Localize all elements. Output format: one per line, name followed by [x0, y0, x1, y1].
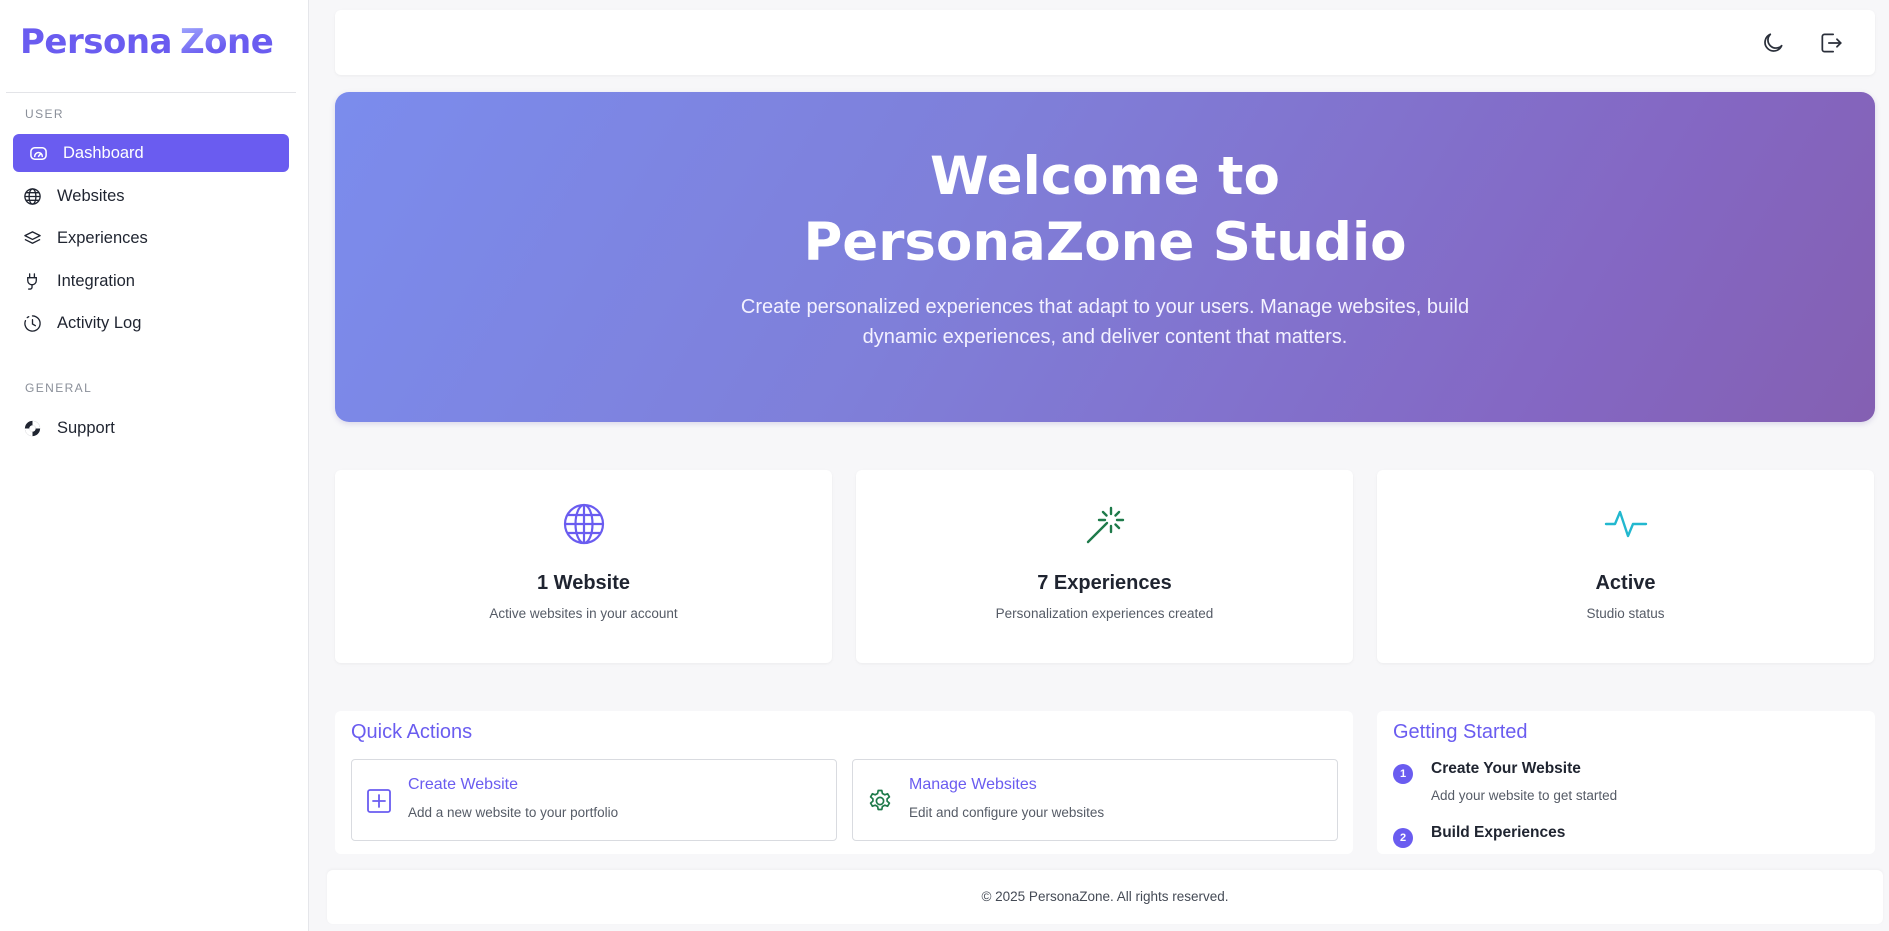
section-label-user: USER: [25, 107, 64, 121]
sidebar-item-experiences[interactable]: Experiences: [13, 219, 289, 257]
stat-card-websites: 1 Website Active websites in your accoun…: [335, 470, 832, 663]
sidebar-item-label: Support: [57, 418, 115, 437]
globe-icon: [21, 185, 43, 207]
action-title: Create Website: [408, 776, 518, 793]
step-number-badge: 2: [1393, 828, 1413, 848]
sidebar-item-label: Experiences: [57, 228, 148, 247]
sidebar-item-label: Websites: [57, 186, 125, 205]
sidebar-item-dashboard[interactable]: Dashboard: [13, 134, 289, 172]
stat-subtitle: Personalization experiences created: [995, 606, 1214, 621]
step-title: Create Your Website: [1431, 760, 1581, 777]
copyright-text: © 2025 PersonaZone. All rights reserved.: [981, 889, 1229, 904]
sidebar-item-integration[interactable]: Integration: [13, 262, 289, 300]
quick-actions-panel: Quick Actions Create Website Add a new w…: [335, 711, 1353, 854]
sidebar-item-support[interactable]: Support: [13, 409, 289, 447]
action-subtitle: Edit and configure your websites: [909, 805, 1105, 820]
logo-part-1: Persona: [20, 22, 173, 62]
sidebar-divider: [6, 92, 296, 93]
stat-card-experiences: 7 Experiences Personalization experience…: [856, 470, 1353, 663]
getting-started-title: Getting Started: [1393, 721, 1528, 743]
dashboard-gauge-icon: [27, 142, 49, 164]
welcome-hero: Welcome to PersonaZone Studio Create per…: [335, 92, 1875, 422]
sidebar-item-label: Dashboard: [63, 143, 144, 162]
stat-subtitle: Studio status: [1586, 606, 1665, 621]
moon-icon[interactable]: [1759, 29, 1787, 57]
stat-subtitle: Active websites in your account: [489, 606, 678, 621]
step-number-badge: 1: [1393, 764, 1413, 784]
quick-actions-title: Quick Actions: [351, 721, 473, 743]
stat-card-status: Active Studio status: [1377, 470, 1874, 663]
layers-icon: [21, 227, 43, 249]
section-label-general: GENERAL: [25, 381, 93, 395]
logout-icon[interactable]: [1817, 29, 1845, 57]
sidebar-item-label: Activity Log: [57, 313, 142, 332]
clock-history-icon: [21, 312, 43, 334]
action-subtitle: Add a new website to your portfolio: [408, 805, 619, 820]
life-ring-icon: [21, 417, 43, 439]
top-bar: [335, 10, 1875, 75]
sidebar: Persona Zone USER Dashboard Websites Expe…: [0, 0, 309, 931]
step-subtitle: Add your website to get started: [1431, 788, 1618, 803]
app-logo[interactable]: Persona Zone: [20, 22, 274, 62]
stat-title: 1 Website: [537, 572, 630, 594]
stat-title: 7 Experiences: [1037, 572, 1172, 594]
manage-websites-action[interactable]: Manage Websites Edit and configure your …: [852, 759, 1338, 841]
globe-icon: [335, 502, 832, 548]
stat-title: Active: [1595, 572, 1656, 594]
footer: © 2025 PersonaZone. All rights reserved.: [327, 870, 1883, 924]
sidebar-item-websites[interactable]: Websites: [13, 177, 289, 215]
activity-pulse-icon: [1377, 502, 1874, 548]
action-title: Manage Websites: [909, 776, 1037, 793]
hero-subtitle: Create personalized experiences that ada…: [740, 296, 1470, 348]
step-title: Build Experiences: [1431, 824, 1566, 841]
plus-square-icon: [366, 788, 392, 814]
create-website-action[interactable]: Create Website Add a new website to your…: [351, 759, 837, 841]
plug-icon: [21, 270, 43, 292]
sidebar-item-label: Integration: [57, 271, 135, 290]
magic-wand-icon: [856, 502, 1353, 548]
getting-started-panel: Getting Started 1 Create Your Website Ad…: [1377, 711, 1875, 854]
sidebar-item-activity-log[interactable]: Activity Log: [13, 304, 289, 342]
gear-icon: [867, 788, 893, 814]
logo-part-2: Zone: [180, 22, 274, 62]
hero-title: Welcome to PersonaZone Studio: [803, 146, 1407, 273]
